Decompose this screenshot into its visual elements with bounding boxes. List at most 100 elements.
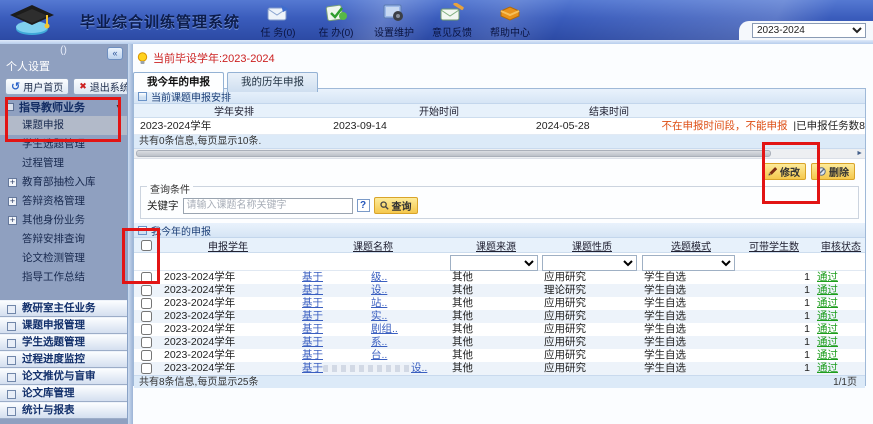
sidebar-accordion-header[interactable]: 学生选题管理 xyxy=(0,334,127,351)
status-pass-link[interactable]: 通过 xyxy=(817,349,838,361)
nav-feedback[interactable]: 意见反馈 xyxy=(426,2,478,39)
cell-declare-year: 2023-2024学年 xyxy=(158,349,298,362)
home-arrow-icon: ↺ xyxy=(11,82,20,92)
row-checkbox[interactable] xyxy=(141,363,152,374)
status-pass-link[interactable]: 通过 xyxy=(817,271,838,283)
sidebar-menu-item[interactable]: 论文检测管理 xyxy=(0,249,127,268)
status-pass-link[interactable]: 通过 xyxy=(817,336,838,348)
sidebar-menu-item[interactable]: 指导工作总结 xyxy=(0,268,127,287)
topic-name-link[interactable]: 基于设.. xyxy=(302,284,387,296)
row-checkbox[interactable] xyxy=(141,298,152,309)
col-student-capacity[interactable]: 可带学生数 xyxy=(738,238,813,253)
schedule-start: 2023-09-14 xyxy=(327,118,530,134)
row-checkbox[interactable] xyxy=(141,272,152,283)
topic-name-link[interactable]: 基于系.. xyxy=(302,336,387,348)
cell-selection-mode: 学生自选 xyxy=(640,336,738,349)
cell-selection-mode: 学生自选 xyxy=(640,310,738,323)
redacted-text-region xyxy=(323,365,411,372)
tab-this-year[interactable]: 我今年的申报 xyxy=(133,72,224,92)
redacted-text-region xyxy=(323,326,371,333)
topic-name-link[interactable]: 基于实.. xyxy=(302,310,387,322)
sidebar-collapse-button[interactable]: « xyxy=(107,47,123,60)
sidebar-accordion-header[interactable]: 过程进度监控 xyxy=(0,351,127,368)
sidebar-menu-item[interactable]: + 答辩资格管理 xyxy=(0,192,127,211)
topic-name-link[interactable]: 基于级.. xyxy=(302,271,387,283)
nav-label: 意见反馈 xyxy=(432,24,472,39)
current-year-bulb-icon xyxy=(137,52,148,65)
col-declare-year[interactable]: 申报学年 xyxy=(158,238,298,253)
status-pass-link[interactable]: 通过 xyxy=(817,284,838,296)
col-selection-mode[interactable]: 选题模式 xyxy=(640,238,738,253)
sidebar-menu-item[interactable]: 过程管理 xyxy=(0,154,127,173)
nav-in-progress[interactable]: 在 办(0) xyxy=(310,2,362,39)
row-checkbox[interactable] xyxy=(141,324,152,335)
cell-declare-year: 2023-2024学年 xyxy=(158,284,298,297)
sidebar-accordion-header[interactable]: 课题申报管理 xyxy=(0,317,127,334)
mode-filter-select[interactable] xyxy=(642,255,735,271)
edit-button[interactable]: 修改 xyxy=(762,163,806,180)
topic-name-link[interactable]: 基于台.. xyxy=(302,349,387,361)
keyword-input[interactable] xyxy=(183,198,353,214)
scrollbar-thumb[interactable] xyxy=(136,150,771,157)
cell-selection-mode: 学生自选 xyxy=(640,297,738,310)
graduation-cap-logo-icon xyxy=(10,3,66,37)
search-button[interactable]: 查询 xyxy=(374,197,418,214)
not-in-period-warning: 不在申报时间段，不能申报 xyxy=(662,120,788,132)
status-pass-link[interactable]: 通过 xyxy=(817,310,838,322)
tab-past-years[interactable]: 我的历年申报 xyxy=(227,72,318,92)
status-pass-link[interactable]: 通过 xyxy=(817,323,838,335)
nav-settings[interactable]: 设置维护 xyxy=(368,2,420,39)
delete-button[interactable]: 删除 xyxy=(811,163,855,180)
nature-filter-select[interactable] xyxy=(542,255,637,271)
sidebar-item-label: 教育部抽检入库 xyxy=(22,173,96,192)
sidebar-accordion-header[interactable]: 教研室主任业务 xyxy=(0,300,127,317)
declared-task-count: |已申报任务数8 xyxy=(793,120,865,132)
col-topic-source[interactable]: 课题来源 xyxy=(448,238,540,253)
toolbar: 修改 删除 xyxy=(134,159,865,183)
user-home-button[interactable]: ↺ 用户首页 xyxy=(5,78,69,95)
sidebar-accordion-header[interactable]: 论文推优与盲审 xyxy=(0,368,127,385)
col-topic-nature[interactable]: 课题性质 xyxy=(540,238,640,253)
topic-name-link[interactable]: 基于站.. xyxy=(302,297,387,309)
topic-name-link[interactable]: 基于剧组.. xyxy=(302,323,398,335)
row-checkbox[interactable] xyxy=(141,337,152,348)
feedback-icon xyxy=(439,2,465,23)
expand-plus-icon xyxy=(8,273,17,282)
topic-name-link[interactable]: 基于设.. xyxy=(302,362,427,374)
status-pass-link[interactable]: 通过 xyxy=(817,362,838,374)
expand-plus-icon xyxy=(8,121,17,130)
status-pass-link[interactable]: 通过 xyxy=(817,297,838,309)
row-checkbox[interactable] xyxy=(141,311,152,322)
sidebar-menu-item[interactable]: 答辩安排查询 xyxy=(0,230,127,249)
col-topic-name[interactable]: 课题名称 xyxy=(298,238,448,253)
sidebar-menu-item[interactable]: 学生选题管理 xyxy=(0,135,127,154)
cell-review-status: 通过 xyxy=(813,336,865,349)
sidebar-menu-item[interactable]: + 教育部抽检入库 xyxy=(0,173,127,192)
help-question-icon[interactable]: ? xyxy=(357,199,370,212)
source-filter-select[interactable] xyxy=(450,255,538,271)
schedule-status: 不在申报时间段，不能申报 |已申报任务数8 xyxy=(656,118,866,134)
scroll-right-arrow-icon[interactable]: ► xyxy=(856,150,863,157)
cell-topic-name: 基于剧组.. xyxy=(298,323,448,336)
cell-student-capacity: 1 xyxy=(738,323,813,336)
cell-topic-source: 其他 xyxy=(448,362,540,375)
sidebar-menu-item[interactable]: + 其他身份业务 xyxy=(0,211,127,230)
settings-icon xyxy=(382,2,406,23)
col-review-status[interactable]: 审核状态 xyxy=(813,238,865,253)
row-checkbox[interactable] xyxy=(141,350,152,361)
select-all-checkbox[interactable] xyxy=(141,240,152,251)
schedule-year: 2023-2024学年 xyxy=(134,118,327,134)
expand-plus-icon: + xyxy=(8,178,17,187)
row-checkbox[interactable] xyxy=(141,285,152,296)
sidebar-section-advisor-business[interactable]: 指导教师业务 ▼ xyxy=(0,98,127,116)
top-header-bar: 毕业综合训练管理系统 任 务(0) 在 办(0) 设置维护 xyxy=(0,0,873,40)
cell-topic-source: 其他 xyxy=(448,323,540,336)
academic-year-select[interactable]: 2023-2024 xyxy=(752,23,866,38)
sidebar-accordion-header[interactable]: 论文库管理 xyxy=(0,385,127,402)
cell-declare-year: 2023-2024学年 xyxy=(158,297,298,310)
nav-tasks[interactable]: 任 务(0) xyxy=(252,2,304,39)
sidebar-item-topic-declaration[interactable]: 课题申报 xyxy=(0,116,127,135)
sidebar-accordion-header[interactable]: 统计与报表 xyxy=(0,402,127,419)
nav-help-center[interactable]: 帮助中心 xyxy=(484,2,536,39)
cell-student-capacity: 1 xyxy=(738,349,813,362)
